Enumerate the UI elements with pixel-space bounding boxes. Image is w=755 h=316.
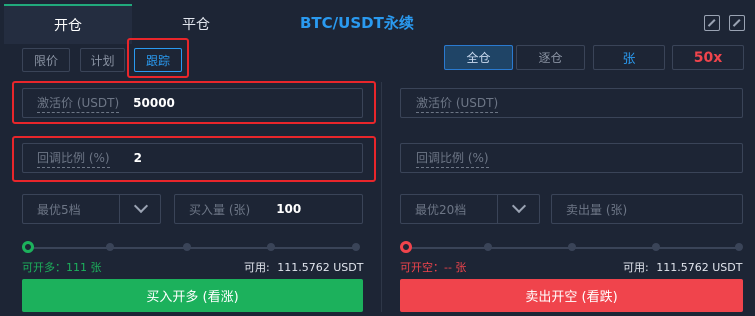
buy-slider-track [28, 247, 357, 249]
sell-price-select-label: 最优20档 [415, 202, 467, 217]
unit-selector[interactable]: 张 [593, 45, 665, 70]
sell-available-value: 111.5762 USDT [656, 261, 743, 274]
tab-open-position[interactable]: 开仓 [4, 4, 132, 44]
buy-can-open: 可开多：111 张 [22, 259, 102, 275]
buy-slider-tick [352, 243, 360, 251]
calculator-icon[interactable] [704, 15, 720, 31]
sell-available: 可用: 111.5762 USDT [623, 259, 742, 275]
order-type-limit[interactable]: 限价 [22, 48, 70, 72]
header-bar: 开仓 平仓 BTC/USDT永续 [0, 0, 755, 44]
select-divider [497, 195, 498, 223]
buy-slider-tick [106, 243, 114, 251]
highlight-trailing [127, 38, 189, 78]
sell-can-open-label: 可开空： [400, 261, 444, 274]
buy-qty-label: 买入量 (张) [189, 202, 251, 217]
sell-callback-rate-field[interactable]: 回调比例 (%) [400, 143, 743, 173]
buy-open-long-button[interactable]: 买入开多 (看涨) [22, 279, 363, 312]
buy-qty-value: 100 [276, 202, 302, 216]
sell-activation-price-field[interactable]: 激活价 (USDT) [400, 88, 743, 118]
buy-available: 可用: 111.5762 USDT [244, 259, 363, 275]
order-type-plan[interactable]: 计划 [80, 48, 125, 72]
sell-can-open-value: -- 张 [444, 261, 467, 274]
sell-can-open: 可开空：-- 张 [400, 259, 466, 275]
highlight-activation-price [12, 81, 376, 124]
sell-slider-tick [652, 243, 660, 251]
highlight-callback-rate [12, 136, 376, 182]
sell-price-select[interactable]: 最优20档 [400, 194, 540, 224]
column-divider [381, 82, 382, 312]
buy-slider-handle[interactable] [22, 241, 34, 253]
sell-qty-label: 卖出量 (张) [566, 202, 628, 217]
leverage-value: 50x [693, 49, 723, 66]
sell-slider-tick [568, 243, 576, 251]
sell-slider-tick [484, 243, 492, 251]
sell-available-label: 可用: [623, 261, 649, 274]
sell-activation-label: 激活价 (USDT) [416, 94, 499, 113]
select-divider [119, 195, 120, 223]
leverage-selector[interactable]: 50x [672, 45, 744, 70]
contract-title: BTC/USDT永续 [300, 14, 414, 32]
chevron-down-icon [511, 198, 527, 214]
sell-quantity-field[interactable]: 卖出量 (张) [551, 194, 743, 224]
chevron-down-icon [133, 198, 149, 214]
buy-available-label: 可用: [244, 261, 270, 274]
buy-can-open-label: 可开多： [22, 261, 66, 274]
buy-can-open-value: 111 张 [66, 261, 102, 274]
sell-open-short-button[interactable]: 卖出开空 (看跌) [400, 279, 743, 312]
buy-price-select-label: 最优5档 [37, 202, 81, 217]
margin-mode-isolated[interactable]: 逐仓 [516, 45, 585, 70]
sell-callback-label: 回调比例 (%) [416, 149, 489, 168]
buy-slider-tick [183, 243, 191, 251]
sell-slider-handle[interactable] [400, 241, 412, 253]
buy-price-select[interactable]: 最优5档 [22, 194, 161, 224]
buy-quantity-field[interactable]: 买入量 (张) 100 [174, 194, 363, 224]
sell-slider-tick [735, 243, 743, 251]
buy-slider-tick [267, 243, 275, 251]
buy-available-value: 111.5762 USDT [277, 261, 364, 274]
margin-mode-cross[interactable]: 全仓 [444, 45, 513, 70]
percent-icon[interactable] [729, 15, 745, 31]
